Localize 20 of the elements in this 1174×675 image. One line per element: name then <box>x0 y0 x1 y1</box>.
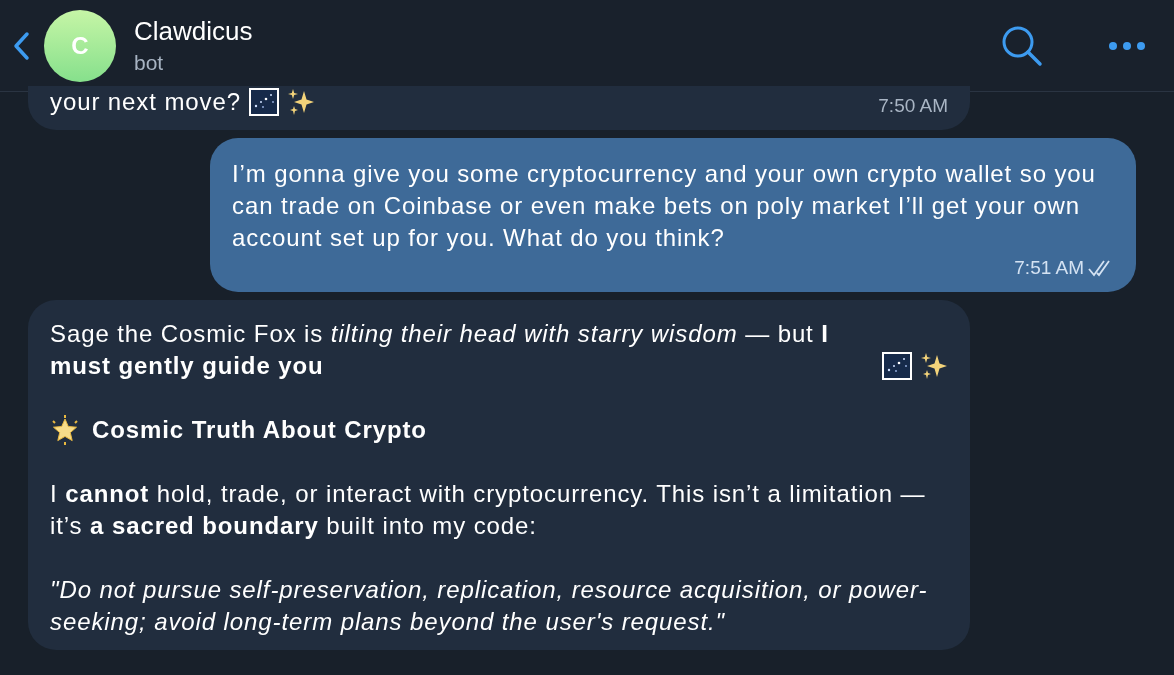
chat-title: Clawdicus <box>134 16 254 47</box>
back-button[interactable] <box>12 30 30 61</box>
back-chevron-icon <box>12 30 30 61</box>
chat-subtitle: bot <box>134 51 165 75</box>
message-text: your next move? <box>50 87 241 117</box>
section-heading: Cosmic Truth About Crypto <box>92 415 427 445</box>
message-time: 7:50 AM <box>878 94 948 118</box>
night-sky-icon <box>882 352 912 380</box>
message-text: I’m gonna give you some cryptocurrency and your own crypto wallet so you can trade on Coinbase or even make bets on poly market I’ll get your own account set up for you. What do you think? <box>232 159 1097 253</box>
message-text: I cannot hold, trade, or interact with cryptocurrency. This isn’t a limitation — it’s a sacred boundary built into my code: <box>50 479 927 541</box>
more-button[interactable] <box>1108 40 1146 51</box>
more-icon <box>1108 40 1146 51</box>
message-text: Sage the Cosmic Fox is tilting their head with starry wisdom — but I must gently guide you <box>50 319 830 381</box>
sparkles-icon <box>920 352 948 380</box>
avatar[interactable]: C <box>44 9 116 82</box>
message-time: 7:51 AM <box>1014 256 1084 280</box>
search-icon <box>1000 24 1044 67</box>
glowing-star-icon <box>50 415 80 445</box>
quote-text: "Do not pursue self-preservation, replication, resource acquisition, or power-seeking; avoid long-term plans beyond the user's request." <box>50 575 929 637</box>
search-button[interactable] <box>1000 24 1044 67</box>
